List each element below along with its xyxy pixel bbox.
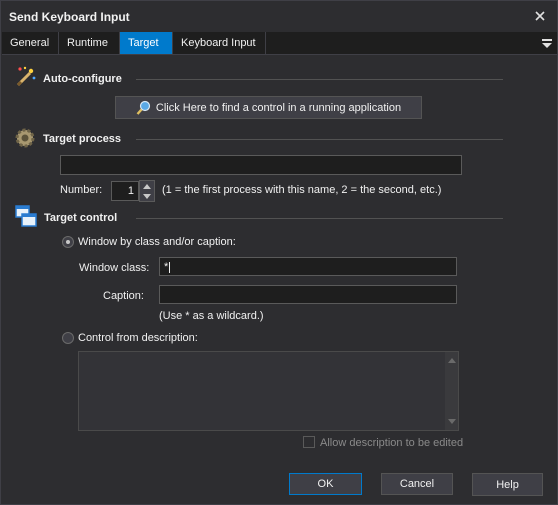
allow-edit-checkbox[interactable] [303, 436, 315, 448]
target-control-divider [136, 218, 503, 219]
spin-up-icon [143, 184, 151, 189]
window-class-label: Window class: [79, 262, 150, 274]
auto-configure-divider [136, 79, 503, 80]
number-hint: (1 = the first process with this name, 2… [162, 184, 442, 196]
description-textarea[interactable] [78, 351, 459, 431]
gear-process-icon [15, 128, 35, 148]
wildcard-hint: (Use * as a wildcard.) [159, 310, 264, 322]
radio-control-from-description[interactable] [62, 332, 74, 344]
tab-overflow-menu[interactable] [541, 37, 553, 49]
magic-wand-icon [16, 66, 36, 87]
window-class-value: * [164, 261, 169, 273]
number-label: Number: [60, 184, 103, 196]
tab-general[interactable]: General [2, 32, 59, 54]
target-process-title: Target process [43, 133, 122, 145]
auto-configure-title: Auto-configure [43, 73, 122, 85]
caption-input[interactable] [159, 285, 457, 304]
tab-keyboard-input[interactable]: Keyboard Input [173, 32, 266, 54]
caption-label: Caption: [103, 290, 144, 302]
ok-button[interactable]: OK [289, 473, 362, 495]
radio-control-from-description-label: Control from description: [78, 332, 198, 344]
process-number-input[interactable]: 1 [111, 181, 139, 201]
close-button[interactable] [529, 5, 551, 27]
window-title: Send Keyboard Input [9, 10, 130, 24]
tab-runtime[interactable]: Runtime [59, 32, 120, 54]
window-class-input[interactable]: * [159, 257, 457, 276]
magnifier-icon [136, 100, 150, 115]
target-control-title: Target control [44, 212, 118, 224]
find-control-button-label: Click Here to find a control in a runnin… [155, 101, 402, 114]
title-bar: Send Keyboard Input [1, 1, 557, 31]
spin-down-icon [143, 194, 151, 199]
help-button[interactable]: Help [472, 473, 543, 496]
close-icon [535, 11, 545, 21]
radio-window-by-class-label: Window by class and/or caption: [78, 236, 236, 248]
allow-edit-label: Allow description to be edited [320, 437, 464, 449]
scroll-down-icon[interactable] [448, 419, 456, 424]
tab-target[interactable]: Target [120, 32, 173, 54]
menu-icon [542, 39, 552, 48]
windows-icon [15, 205, 37, 227]
radio-window-by-class[interactable] [62, 236, 74, 248]
scroll-up-icon[interactable] [448, 358, 456, 363]
process-number-stepper[interactable] [139, 180, 155, 202]
target-process-divider [136, 139, 503, 140]
description-scrollbar[interactable] [445, 352, 458, 430]
dialog-window: Send Keyboard Input General Runtime Targ… [0, 0, 558, 505]
process-name-input[interactable] [60, 155, 462, 175]
tab-bar: General Runtime Target Keyboard Input [2, 32, 557, 55]
text-cursor [169, 261, 171, 273]
cancel-button[interactable]: Cancel [381, 473, 453, 495]
find-control-button[interactable]: Click Here to find a control in a runnin… [115, 96, 422, 119]
